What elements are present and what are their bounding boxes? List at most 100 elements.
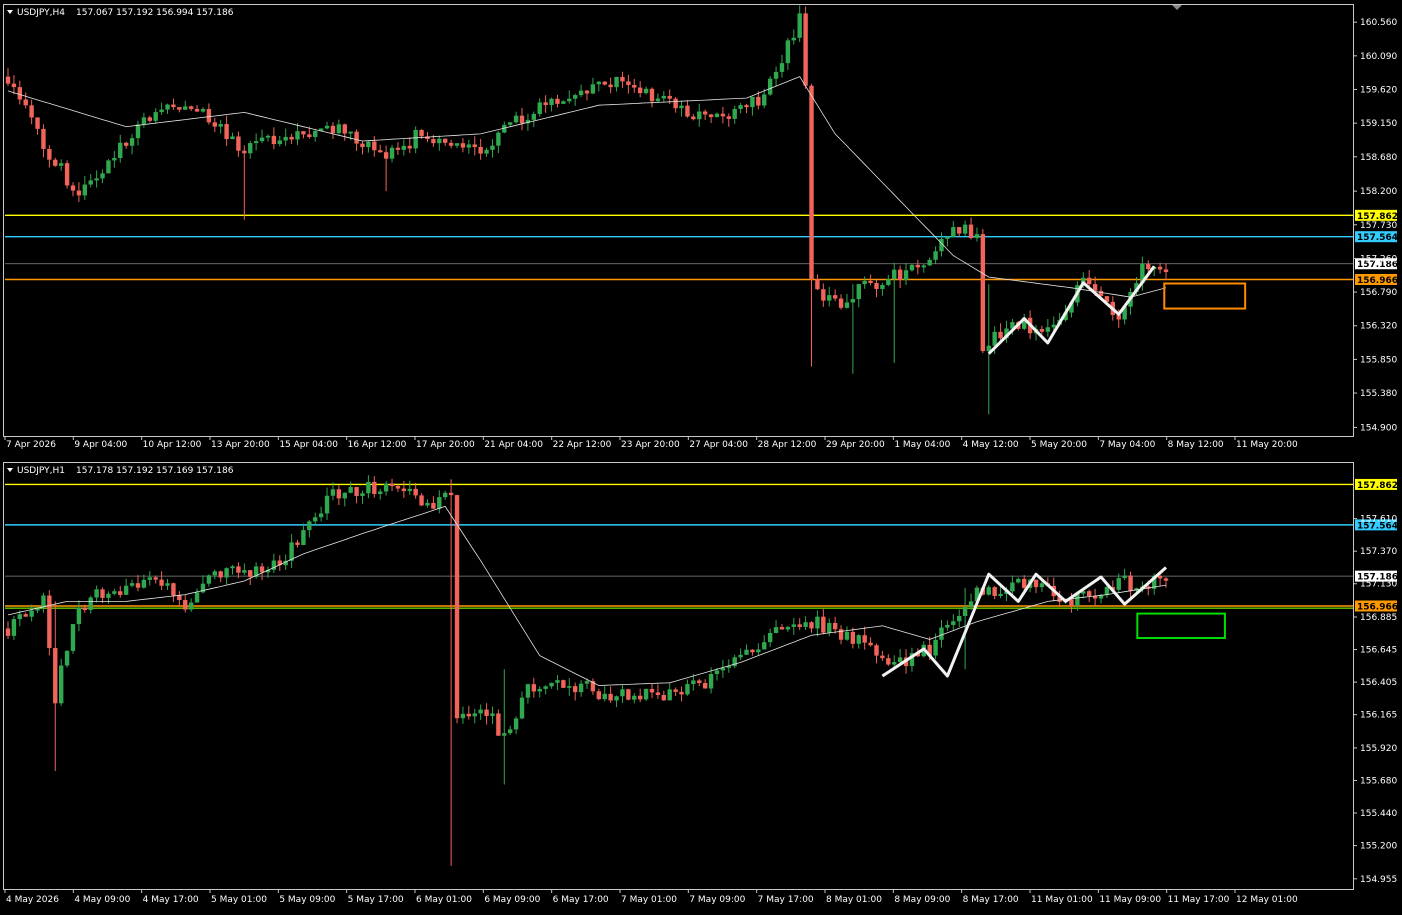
level-price-label: 156.966 [1357, 602, 1398, 612]
candle-body [11, 83, 17, 88]
candle-body [602, 81, 607, 85]
h1-header: USDJPY,H1 157.178 157.192 157.169 157.18… [7, 466, 234, 476]
candle-body [318, 513, 324, 518]
candle-body [230, 566, 235, 569]
time-tick-label: 22 Apr 12:00 [553, 440, 612, 450]
time-tick-label: 4 May 2026 [6, 895, 59, 905]
time-tick-label: 5 May 01:00 [211, 895, 267, 905]
candle-body [70, 185, 76, 191]
price-tick-label: 157.260 [1360, 254, 1397, 264]
price-tick-label: 156.790 [1360, 288, 1397, 298]
candle-body [194, 108, 200, 112]
candle-body [685, 684, 690, 695]
candle-body [413, 488, 418, 496]
candle-body [614, 76, 619, 88]
candle-body [177, 595, 182, 601]
candle-body [129, 138, 135, 146]
price-tick-label: 154.955 [1360, 875, 1397, 885]
candle-body [708, 114, 714, 118]
candle-body [5, 76, 11, 84]
candle-body [289, 136, 294, 140]
candle-body [348, 487, 353, 493]
price-tick-label: 155.920 [1360, 744, 1397, 754]
time-tick-label: 7 May 04:00 [1099, 440, 1155, 450]
candle-body [827, 622, 832, 633]
candle-body [1010, 582, 1015, 592]
candle-body [626, 81, 631, 86]
candle-body [685, 105, 690, 117]
candle-body [466, 713, 472, 717]
candle-body [206, 108, 212, 123]
candle-body [1104, 587, 1110, 596]
candle-body [448, 142, 454, 146]
candle-body [1122, 575, 1127, 579]
candle-body [153, 577, 158, 580]
candle-body [224, 568, 229, 578]
time-tick-label: 8 May 17:00 [963, 895, 1019, 905]
candle-body [401, 145, 407, 150]
candle-body [478, 147, 483, 154]
candle-body [897, 657, 903, 663]
candle-body [519, 115, 525, 124]
candle-body [41, 595, 46, 608]
candle-body [118, 142, 123, 159]
candle-body [702, 682, 708, 689]
time-tick-label: 7 Apr 2026 [6, 440, 56, 450]
candle-body [472, 713, 477, 717]
candle-body [543, 686, 548, 689]
candle-body [844, 302, 850, 308]
candle-body [555, 680, 560, 683]
candle-body [567, 98, 572, 102]
time-tick-label: 11 May 09:00 [1099, 895, 1161, 905]
time-tick-label: 29 Apr 20:00 [826, 440, 885, 450]
candle-body [968, 601, 974, 608]
candle-body [1016, 578, 1021, 583]
candle-body [1157, 266, 1163, 270]
candle-body [803, 622, 808, 627]
candle-body [779, 627, 785, 630]
price-tick-label: 156.645 [1360, 646, 1397, 656]
candle-body [791, 37, 796, 41]
candle-body [17, 614, 23, 620]
candle-body [183, 106, 188, 110]
candle-body [295, 542, 300, 545]
candle-body [153, 112, 158, 121]
candle-body [360, 143, 365, 148]
candle-body [259, 137, 265, 142]
candle-body [673, 689, 678, 692]
candle-body [673, 98, 678, 109]
candle-body [927, 259, 932, 266]
candle-body [330, 489, 336, 496]
candle-body [744, 649, 749, 655]
candle-body [714, 113, 720, 118]
price-tick-label: 157.610 [1360, 515, 1397, 525]
candle-body [11, 619, 17, 636]
candle-body [945, 624, 950, 628]
time-tick-label: 11 May 20:00 [1236, 440, 1298, 450]
candle-body [82, 184, 88, 196]
time-tick-label: 8 May 12:00 [1168, 440, 1224, 450]
candle-body [962, 607, 968, 616]
candle-body [41, 128, 46, 149]
candle-body [933, 251, 938, 260]
candle-body [389, 147, 395, 159]
candle-body [94, 178, 99, 181]
candle-body [460, 713, 466, 719]
time-tick-label: 7 May 09:00 [689, 895, 745, 905]
h1-chart-panel[interactable]: 157.862157.564157.186156.966 157.610157.… [3, 462, 1399, 906]
price-tick-label: 158.200 [1360, 187, 1397, 197]
candle-body [383, 483, 389, 492]
h4-chart-panel[interactable]: 157.862157.564157.186156.966 160.560160.… [3, 4, 1399, 451]
candle-body [484, 149, 489, 154]
chart-window: 157.862157.564157.186156.966 160.560160.… [0, 0, 1402, 915]
candle-body [832, 622, 838, 630]
h1-ohlc-readout: 157.178 157.192 157.169 157.186 [76, 466, 234, 476]
candle-body [844, 631, 850, 640]
candle-body [838, 298, 844, 308]
candle-body [572, 95, 578, 99]
candle-body [431, 502, 436, 509]
candle-body [88, 180, 93, 185]
candle-body [1033, 579, 1039, 588]
candle-body [342, 124, 347, 134]
candle-body [957, 615, 962, 622]
